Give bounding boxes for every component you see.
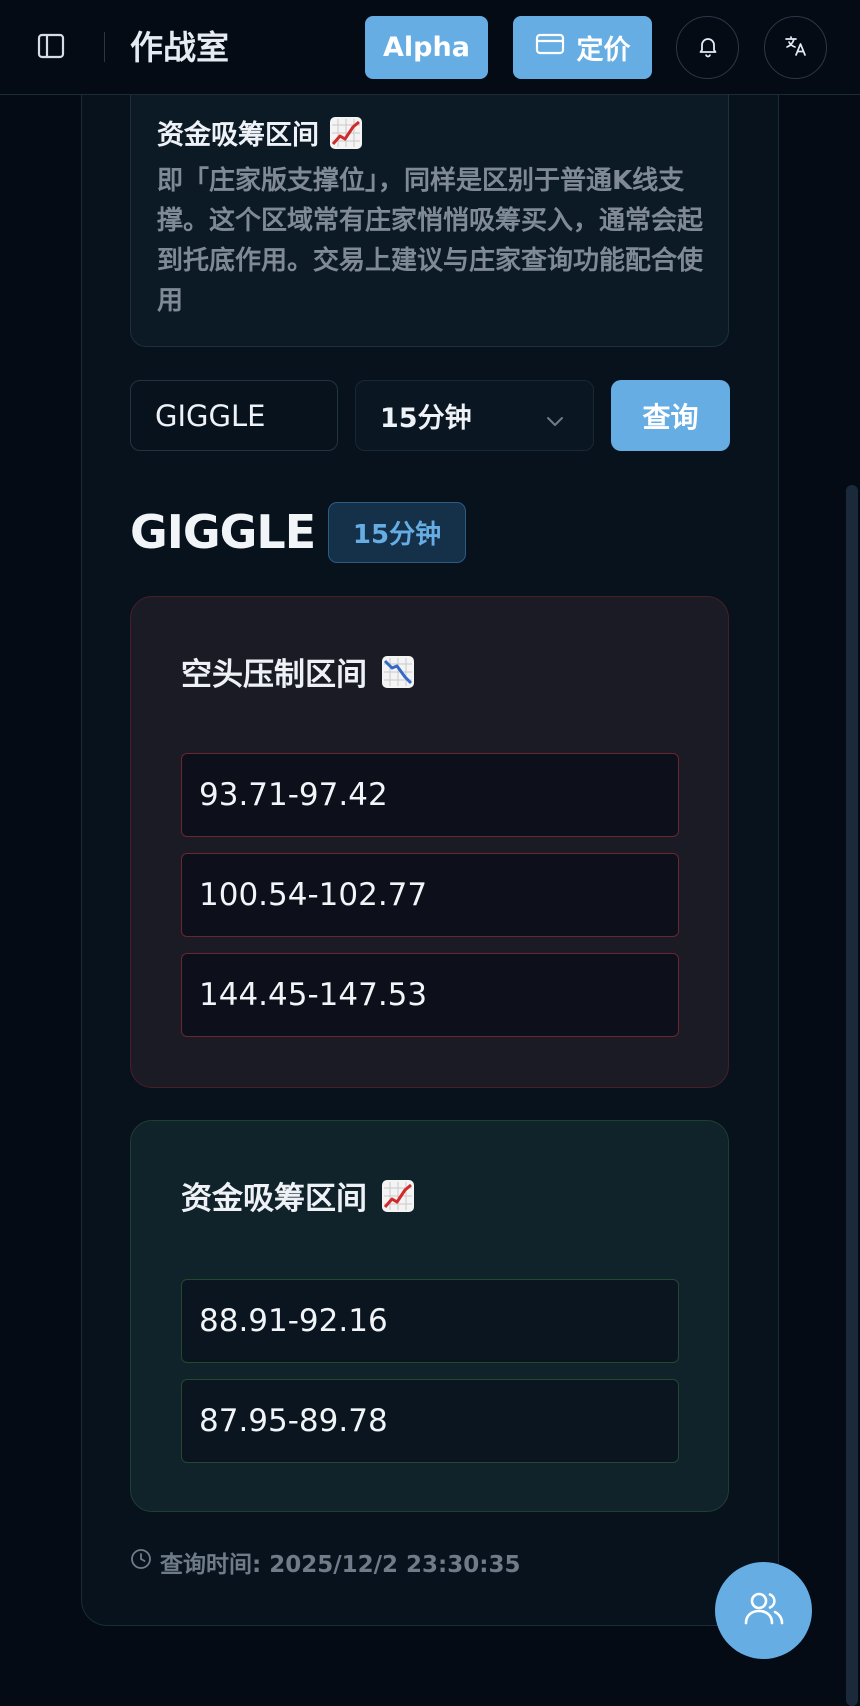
bull-zone-range: 87.95-89.78 bbox=[181, 1379, 679, 1463]
users-icon bbox=[740, 1585, 788, 1637]
bull-zone-range-value: 88.91-92.16 bbox=[199, 1303, 388, 1339]
translate-icon bbox=[783, 33, 809, 63]
result-symbol: GIGGLE bbox=[130, 505, 316, 559]
credit-card-icon bbox=[535, 32, 565, 63]
bull-zone-card: 资金吸筹区间 88.91-92.16 87.95-89.78 bbox=[130, 1120, 729, 1512]
info-card-title: 资金吸筹区间 bbox=[157, 113, 363, 152]
bull-zone-title-text: 资金吸筹区间 bbox=[181, 1181, 367, 1217]
bell-icon bbox=[696, 34, 720, 62]
chart-increasing-icon bbox=[329, 116, 363, 150]
notifications-button[interactable] bbox=[676, 16, 739, 79]
interval-badge: 15分钟 bbox=[328, 502, 466, 563]
symbol-input[interactable] bbox=[130, 380, 338, 451]
top-header: 作战室 Alpha 定价 bbox=[0, 0, 860, 95]
interval-select[interactable]: 15分钟 bbox=[355, 380, 594, 451]
bull-zone-title: 资金吸筹区间 bbox=[181, 1173, 415, 1218]
bear-zone-title-text: 空头压制区间 bbox=[181, 657, 367, 693]
sidebar-toggle-icon[interactable] bbox=[36, 31, 66, 61]
query-button-label: 查询 bbox=[642, 400, 699, 434]
chart-increasing-icon bbox=[381, 1179, 415, 1213]
bear-zone-range-value: 93.71-97.42 bbox=[199, 777, 388, 813]
alpha-button[interactable]: Alpha bbox=[365, 16, 488, 79]
chart-decreasing-icon bbox=[381, 655, 415, 689]
query-timestamp-text: 查询时间: 2025/12/2 23:30:35 bbox=[160, 1552, 521, 1578]
info-card-description: 即「庄家版支撑位」，同样是区别于普通K线支撑。这个区域常有庄家悄悄吸筹买入，通常… bbox=[157, 166, 704, 316]
query-timestamp: 查询时间: 2025/12/2 23:30:35 bbox=[130, 1545, 520, 1579]
bear-zone-title: 空头压制区间 bbox=[181, 649, 415, 694]
clock-icon bbox=[130, 1548, 152, 1576]
scrollbar-thumb[interactable] bbox=[846, 485, 858, 1706]
alpha-button-label: Alpha bbox=[383, 32, 470, 63]
bear-zone-range: 144.45-147.53 bbox=[181, 953, 679, 1037]
chevron-down-icon bbox=[545, 407, 565, 438]
info-card-title-text: 资金吸筹区间 bbox=[157, 120, 319, 151]
bull-zone-range-value: 87.95-89.78 bbox=[199, 1403, 388, 1439]
page-title: 作战室 bbox=[130, 28, 229, 67]
interval-select-value: 15分钟 bbox=[380, 403, 472, 434]
bear-zone-range: 100.54-102.77 bbox=[181, 853, 679, 937]
bear-zone-range: 93.71-97.42 bbox=[181, 753, 679, 837]
pricing-button-label: 定价 bbox=[576, 35, 631, 66]
language-button[interactable] bbox=[764, 16, 827, 79]
pricing-button[interactable]: 定价 bbox=[513, 16, 652, 79]
bear-zone-card: 空头压制区间 93.71-97.42 100.54-102.77 144.45-… bbox=[130, 596, 729, 1088]
bull-zone-range: 88.91-92.16 bbox=[181, 1279, 679, 1363]
bear-zone-range-value: 100.54-102.77 bbox=[199, 877, 428, 913]
bear-zone-range-value: 144.45-147.53 bbox=[199, 977, 428, 1013]
community-button[interactable] bbox=[715, 1562, 812, 1659]
header-divider bbox=[104, 32, 105, 62]
query-button[interactable]: 查询 bbox=[611, 380, 730, 451]
